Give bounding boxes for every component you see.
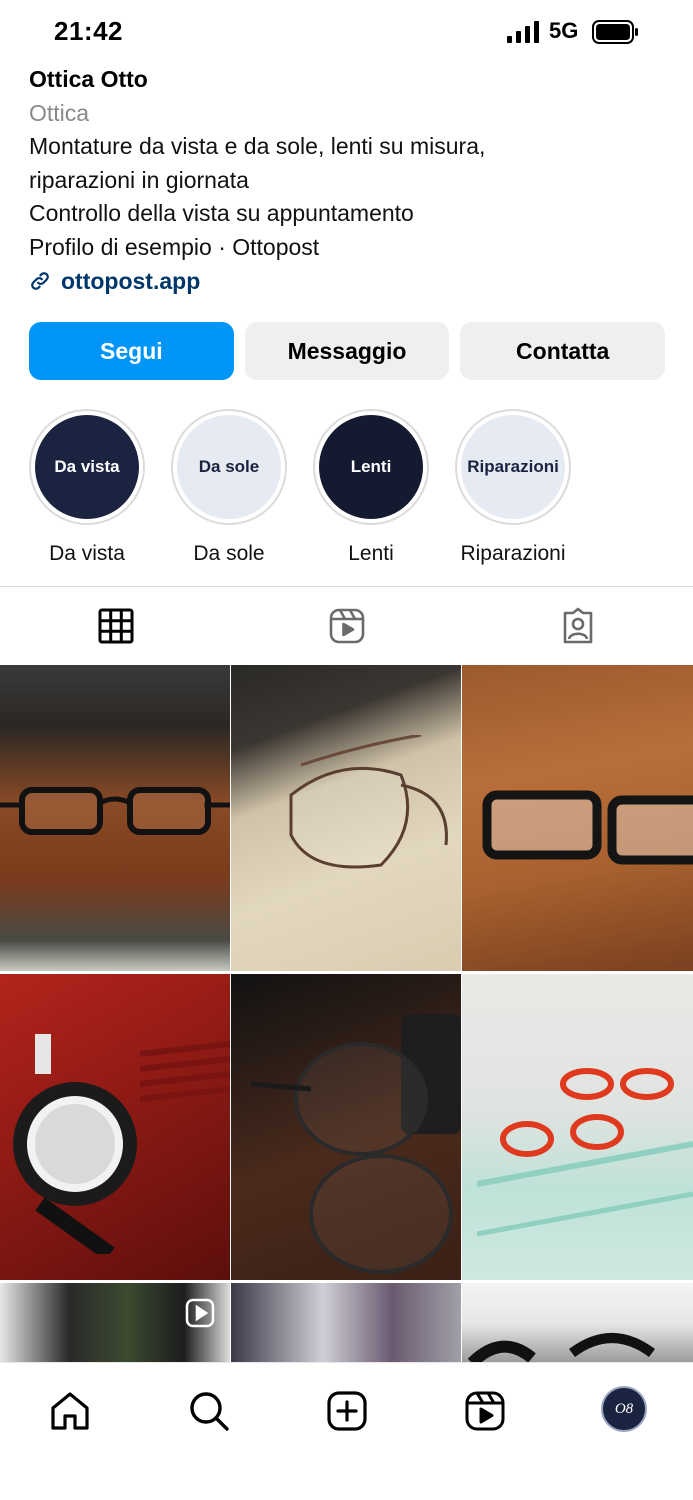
post-grid — [0, 665, 693, 1363]
highlight-cover: Riparazioni — [461, 415, 565, 519]
highlight-cover: Da vista — [35, 415, 139, 519]
highlight-label: Da sole — [193, 542, 265, 565]
story-highlights: Da vista Da vista Da sole Da sole Lenti … — [29, 409, 571, 566]
tagged-icon — [563, 607, 592, 644]
post-thumbnail[interactable] — [231, 665, 461, 971]
nav-home[interactable] — [48, 1389, 92, 1433]
highlight-ring: Riparazioni — [455, 409, 571, 525]
follow-button[interactable]: Segui — [29, 322, 234, 380]
profile-avatar[interactable]: O8 — [601, 1386, 647, 1432]
post-thumbnail[interactable] — [462, 665, 693, 971]
signal-icon — [507, 21, 539, 43]
post-thumbnail[interactable] — [231, 974, 461, 1280]
glasses-image — [477, 1068, 693, 1237]
highlight-ring: Lenti — [313, 409, 429, 525]
profile-category: Ottica — [29, 100, 90, 126]
nav-create[interactable] — [325, 1389, 369, 1433]
contact-button[interactable]: Contatta — [460, 322, 666, 380]
bio-line: Profilo di esempio · Ottopost — [29, 233, 320, 260]
bottom-nav: O8 — [0, 1362, 693, 1500]
battery-icon — [592, 20, 638, 44]
highlight-da-vista[interactable]: Da vista Da vista — [29, 409, 145, 566]
status-bar: 21:42 5G — [0, 0, 693, 64]
profile-name: Ottica Otto — [29, 66, 148, 92]
bio-line: Controllo della vista su appuntamento — [29, 200, 414, 226]
post-thumbnail[interactable] — [462, 1283, 693, 1363]
reels-icon — [329, 608, 364, 644]
avatar-monogram: O8 — [614, 1400, 634, 1417]
glasses-image — [482, 790, 693, 865]
profile-info: Ottica Otto Ottica Montature da vista e … — [29, 62, 669, 298]
post-thumbnail[interactable] — [0, 974, 230, 1280]
message-button[interactable]: Messaggio — [244, 322, 450, 380]
status-time: 21:42 — [54, 16, 123, 46]
glasses-image — [0, 787, 230, 835]
tab-tagged[interactable] — [462, 587, 693, 665]
highlight-cover: Da sole — [177, 415, 281, 519]
network-label: 5G — [549, 18, 579, 43]
nav-search[interactable] — [187, 1389, 231, 1433]
link-icon — [31, 272, 49, 290]
profile-link[interactable]: ottopost.app — [29, 264, 669, 298]
highlight-lenti[interactable]: Lenti Lenti — [313, 409, 429, 566]
glasses-image — [289, 735, 448, 869]
tab-posts[interactable] — [0, 587, 231, 665]
reel-badge-icon — [185, 1298, 215, 1328]
grid-icon — [98, 608, 133, 644]
highlight-riparazioni[interactable]: Riparazioni Riparazioni — [455, 409, 571, 566]
post-thumbnail[interactable] — [231, 1283, 461, 1363]
highlight-label: Riparazioni — [460, 542, 566, 565]
add-post-icon — [327, 1391, 367, 1431]
post-thumbnail[interactable] — [0, 1283, 230, 1363]
glasses-image — [467, 1333, 655, 1363]
highlight-ring: Da vista — [29, 409, 145, 525]
search-icon — [190, 1392, 229, 1431]
profile-actions: Segui Messaggio Contatta — [29, 322, 666, 380]
reels-icon — [465, 1391, 505, 1431]
highlight-label: Lenti — [348, 542, 394, 565]
profile-link-text[interactable]: ottopost.app — [61, 264, 200, 298]
glasses-image — [251, 1014, 461, 1274]
home-icon — [51, 1392, 89, 1430]
highlight-label: Da vista — [49, 542, 125, 565]
post-thumbnail[interactable] — [462, 974, 693, 1280]
bio-line: Montature da vista e da sole, lenti su m… — [29, 133, 486, 159]
nav-reels[interactable] — [463, 1389, 507, 1433]
bio-line: riparazioni in giornata — [29, 166, 249, 193]
highlight-da-sole[interactable]: Da sole Da sole — [171, 409, 287, 566]
profile-tabs — [0, 587, 693, 665]
tab-reels[interactable] — [231, 587, 462, 665]
post-thumbnail[interactable] — [0, 665, 230, 971]
trial-frame-image — [13, 1034, 230, 1254]
highlight-cover: Lenti — [319, 415, 423, 519]
highlight-ring: Da sole — [171, 409, 287, 525]
